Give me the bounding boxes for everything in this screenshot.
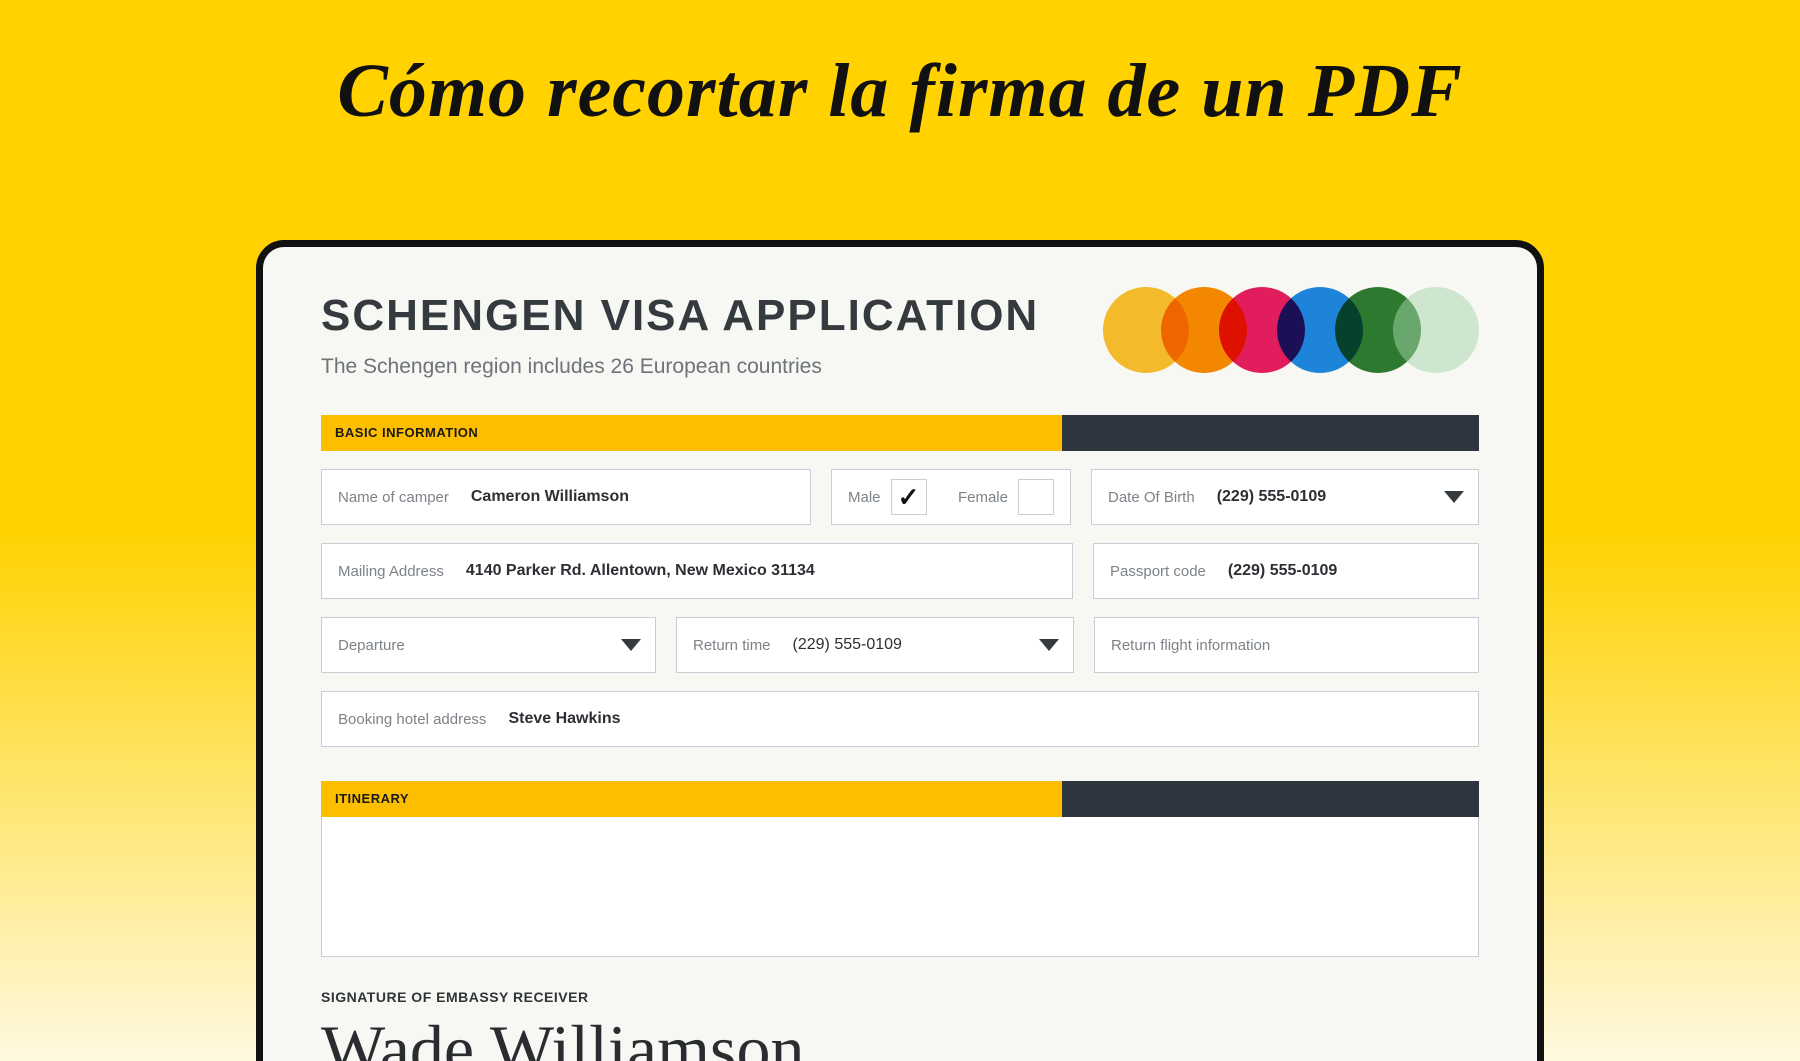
dob-field[interactable]: Date Of Birth (229) 555-0109 [1091,469,1479,525]
dob-value: (229) 555-0109 [1217,488,1326,506]
hotel-label: Booking hotel address [338,711,486,728]
logo-circle-lightgreen [1393,287,1479,373]
departure-label: Departure [338,637,405,654]
name-field[interactable]: Name of camper Cameron Williamson [321,469,811,525]
return-time-field[interactable]: Return time (229) 555-0109 [676,617,1074,673]
return-time-label: Return time [693,637,771,654]
passport-label: Passport code [1110,563,1206,580]
return-flight-label: Return flight information [1111,637,1270,654]
page-title: Cómo recortar la firma de un PDF [0,48,1800,135]
header-text: SCHENGEN VISA APPLICATION The Schengen r… [321,291,1103,379]
document-frame: SCHENGEN VISA APPLICATION The Schengen r… [256,240,1544,1061]
form-row-3: Departure Return time (229) 555-0109 Ret… [321,617,1479,673]
section-bar-basic: BASIC INFORMATION [321,415,1479,451]
female-label: Female [958,489,1008,506]
chevron-down-icon [1039,639,1059,651]
hotel-value: Steve Hawkins [508,710,620,728]
form-row-2: Mailing Address 4140 Parker Rd. Allentow… [321,543,1479,599]
hotel-field[interactable]: Booking hotel address Steve Hawkins [321,691,1479,747]
form-row-1: Name of camper Cameron Williamson Male ✓… [321,469,1479,525]
passport-value: (229) 555-0109 [1228,562,1337,580]
mailing-value: 4140 Parker Rd. Allentown, New Mexico 31… [466,562,815,580]
mailing-label: Mailing Address [338,563,444,580]
name-label: Name of camper [338,489,449,506]
gender-female: Female [958,479,1054,515]
gender-male: Male ✓ [848,479,927,515]
check-icon: ✓ [898,482,920,513]
chevron-down-icon [1444,491,1464,503]
return-time-value: (229) 555-0109 [793,636,902,654]
section-label-itinerary: ITINERARY [321,781,1062,817]
form-row-4: Booking hotel address Steve Hawkins [321,691,1479,747]
signature-label: SIGNATURE OF EMBASSY RECEIVER [321,989,1479,1005]
gender-field: Male ✓ Female [831,469,1071,525]
return-flight-field[interactable]: Return flight information [1094,617,1479,673]
passport-field[interactable]: Passport code (229) 555-0109 [1093,543,1479,599]
dob-label: Date Of Birth [1108,489,1195,506]
chevron-down-icon [621,639,641,651]
female-checkbox[interactable] [1018,479,1054,515]
male-checkbox[interactable]: ✓ [891,479,927,515]
section-bar-itinerary: ITINERARY [321,781,1479,817]
name-value: Cameron Williamson [471,488,629,506]
signature-value: Wade Williamson [321,1015,1479,1061]
section-label-basic: BASIC INFORMATION [321,415,1062,451]
form-subtitle: The Schengen region includes 26 European… [321,355,1103,379]
form-title: SCHENGEN VISA APPLICATION [321,291,1103,341]
section-bar-dark [1062,415,1479,451]
form-header: SCHENGEN VISA APPLICATION The Schengen r… [321,291,1479,379]
section-bar-dark [1062,781,1479,817]
mailing-field[interactable]: Mailing Address 4140 Parker Rd. Allentow… [321,543,1073,599]
logo-circles [1103,287,1479,373]
departure-field[interactable]: Departure [321,617,656,673]
itinerary-box[interactable] [321,817,1479,957]
male-label: Male [848,489,881,506]
